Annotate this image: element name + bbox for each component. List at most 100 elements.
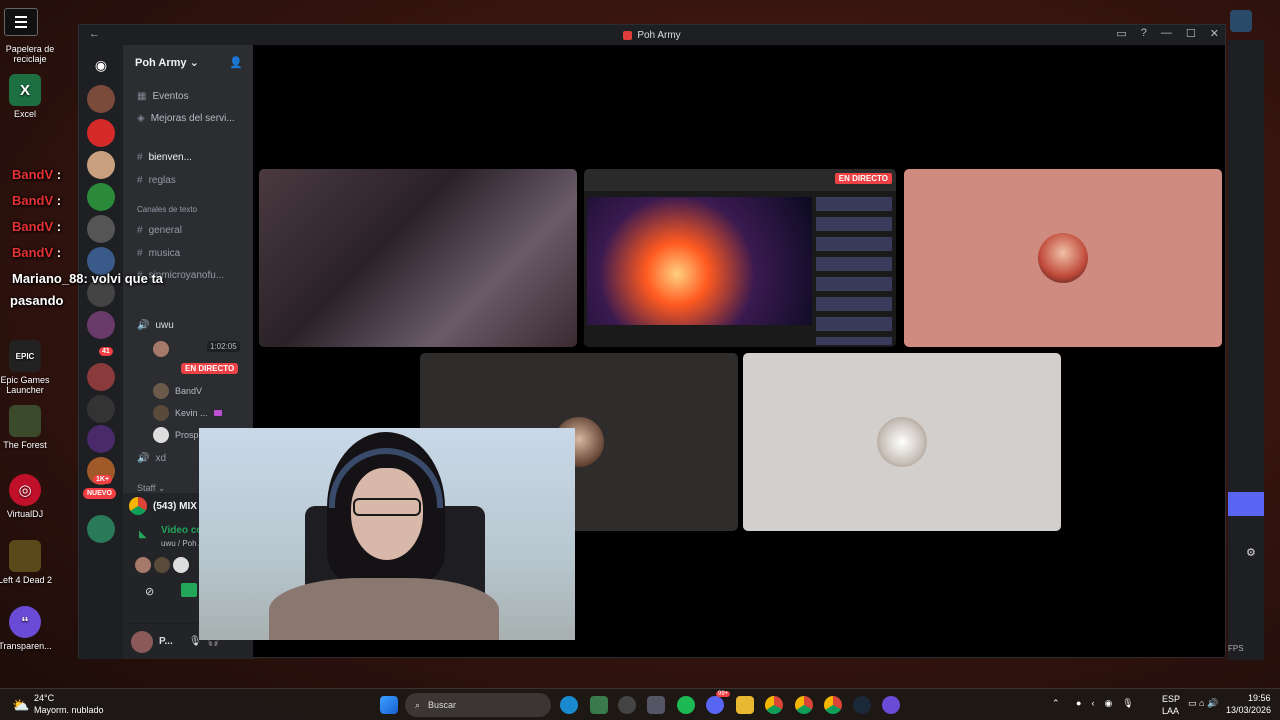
chat-username: Mariano_88 [12, 271, 84, 286]
inbox-icon[interactable]: ▭ [1116, 27, 1126, 40]
desktop-icon-virtualdj[interactable]: ◎ VirtualDJ [0, 474, 55, 519]
item-label: Mejoras del servi... [150, 113, 235, 124]
server-icon[interactable] [87, 395, 115, 423]
desktop-icon-excel[interactable]: X Excel [0, 74, 55, 119]
avatar [153, 341, 169, 357]
spotify-icon[interactable] [677, 696, 695, 714]
maximize-button[interactable]: ☐ [1186, 27, 1196, 40]
clock-time[interactable]: 19:56 [1248, 693, 1271, 703]
weather-desc: Mayorm. nublado [34, 705, 104, 715]
tray-icon[interactable]: ‹ [1091, 698, 1094, 709]
video-tile-avatar-pink[interactable] [904, 169, 1222, 347]
files-icon[interactable] [590, 696, 608, 714]
clock-date[interactable]: 13/03/2026 [1226, 705, 1271, 715]
edge-icon[interactable] [560, 696, 578, 714]
signal-icon: ◣ [139, 529, 147, 540]
voice-user[interactable]: BandV [153, 383, 202, 399]
item-label: bienven... [148, 152, 192, 163]
avatar [173, 557, 189, 573]
the-forest-icon [9, 405, 41, 437]
chat-message: : volvi que ta [83, 271, 164, 286]
desktop-icon-transparent[interactable]: “ Transparen... [0, 606, 55, 651]
language-bottom[interactable]: LAA [1162, 706, 1179, 716]
minimize-button[interactable]: — [1161, 27, 1172, 40]
taskbar: ⛅ 24°C Mayorm. nublado ⌕ Buscar 99+ ⌃ ● … [0, 688, 1280, 720]
avatar [1038, 233, 1088, 283]
chrome-icon[interactable] [795, 696, 813, 714]
boosts-item[interactable]: ◈ Mejoras del servi... [137, 113, 235, 124]
chrome-icon[interactable] [765, 696, 783, 714]
window-titlebar: ← Poh Army ▭ ? — ☐ ✕ [79, 25, 1225, 45]
taskbar-search[interactable]: ⌕ Buscar [405, 693, 551, 717]
desktop-icon-epic[interactable]: EPIC Epic Games Launcher [0, 340, 55, 395]
chat-separator: : [53, 193, 62, 208]
tray-chevron-icon[interactable]: ⌃ [1052, 698, 1060, 709]
speaker-icon: 🔊 [137, 320, 150, 331]
desktop-icon-recycle-bin[interactable]: Papelera de reciclaje [0, 44, 60, 64]
server-rail: ◉ 41 1K+ NUEVO [79, 45, 123, 659]
back-icon[interactable]: ← [89, 28, 100, 40]
voice-channel-xd[interactable]: 🔊 xd [137, 453, 166, 464]
chrome-icon [129, 497, 147, 515]
chat-username: BandV [12, 219, 54, 234]
language-top[interactable]: ESP [1162, 694, 1180, 704]
search-icon: ⌕ [415, 699, 421, 710]
avatar [153, 405, 169, 421]
steam-icon[interactable] [853, 696, 871, 714]
menu-icon[interactable] [4, 8, 38, 36]
chat-app-icon[interactable] [882, 696, 900, 714]
close-button[interactable]: ✕ [1210, 27, 1219, 40]
video-tile-camera[interactable] [259, 169, 577, 347]
server-icon[interactable] [87, 85, 115, 113]
chrome-icon[interactable] [824, 696, 842, 714]
server-icon[interactable] [87, 425, 115, 453]
start-icon[interactable] [380, 696, 398, 714]
voice-channel-uwu[interactable]: 🔊 uwu [137, 320, 174, 331]
server-header[interactable]: Poh Army ⌄ 👤 [123, 45, 253, 79]
tray-icon[interactable]: ● [1076, 698, 1081, 709]
camera-off-button[interactable]: ⊘ [145, 585, 154, 598]
desktop-icon-label: Transparen... [0, 641, 52, 651]
video-tile-screen-share[interactable]: EN DIRECTO [584, 169, 896, 347]
voice-user-name: BandV [175, 386, 203, 396]
server-icon[interactable] [87, 119, 115, 147]
speaker-icon: 🔊 [137, 453, 150, 464]
server-icon[interactable] [87, 515, 115, 543]
microphone-icon[interactable]: 🎙 [1122, 698, 1133, 709]
share-screen-button[interactable] [181, 583, 197, 597]
chat-line: Mariano_88: volvi que ta [12, 270, 163, 292]
webcam-overlay [199, 428, 575, 640]
left4dead-icon [9, 540, 41, 572]
window-title: Poh Army [637, 29, 681, 41]
tray-icon[interactable]: ◉ [1104, 698, 1112, 709]
add-member-icon[interactable]: 👤 [229, 56, 243, 69]
top-right-app-icon[interactable] [1230, 10, 1252, 32]
server-icon[interactable] [87, 311, 115, 339]
voice-user[interactable]: Kevin ... [153, 405, 222, 421]
video-tile-avatar-cat[interactable] [743, 353, 1061, 531]
voice-user[interactable] [153, 341, 175, 357]
events-item[interactable]: ▦ Eventos [137, 91, 189, 102]
virtualdj-icon: ◎ [9, 474, 41, 506]
discord-home-icon[interactable]: ◉ [87, 51, 115, 79]
desktop-icon-the-forest[interactable]: The Forest [0, 405, 55, 450]
notification-badge: 99+ [716, 691, 731, 697]
app-icon [623, 30, 633, 40]
participant-avatars [135, 557, 189, 573]
desktop-icon-left4dead[interactable]: Left 4 Dead 2 [0, 540, 55, 585]
folder-icon[interactable] [736, 696, 754, 714]
search-placeholder: Buscar [428, 700, 457, 710]
help-icon[interactable]: ? [1141, 27, 1147, 40]
app-icon[interactable] [618, 696, 636, 714]
app-icon[interactable] [647, 696, 665, 714]
avatar[interactable] [131, 630, 153, 653]
settings-icon[interactable]: ⚙ [1246, 546, 1256, 559]
server-icon[interactable] [87, 363, 115, 391]
item-label: Eventos [152, 91, 189, 102]
tray-status-icons[interactable]: ▭ ⌂ 🔊 [1188, 698, 1218, 709]
discord-taskbar-icon[interactable] [706, 696, 724, 714]
voice-user-name: Kevin ... [175, 408, 208, 418]
chevron-down-icon: ⌄ [189, 56, 199, 69]
channel-bienvenida[interactable]: # bienven... [137, 152, 192, 163]
item-label: uwu [155, 320, 174, 331]
